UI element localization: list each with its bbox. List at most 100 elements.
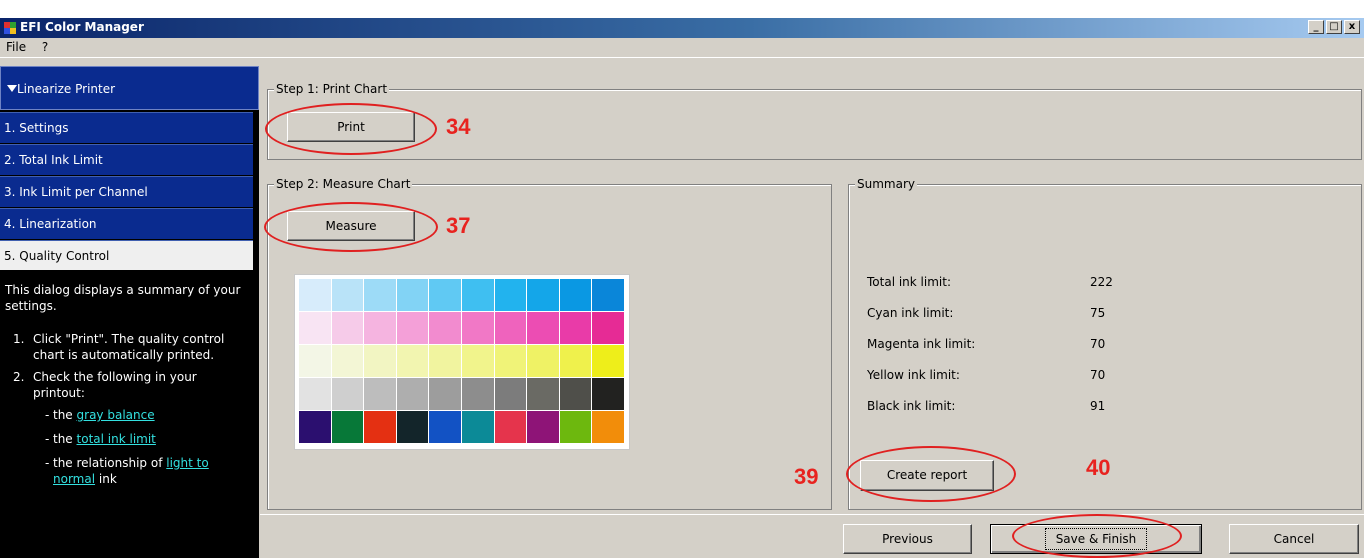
callout-40: 40	[1086, 455, 1111, 480]
callout-ring-create-report	[846, 446, 1016, 502]
color-patch	[331, 378, 365, 411]
callout-ring-print	[265, 103, 437, 155]
color-patch	[429, 411, 462, 444]
summary-value-cyan: 75	[1090, 306, 1106, 320]
screen-top-strip	[0, 0, 1364, 18]
menu-file[interactable]: File	[0, 38, 32, 56]
color-patch	[331, 279, 365, 312]
triangle-down-icon	[7, 85, 17, 92]
color-patch	[429, 345, 462, 378]
minimize-button[interactable]: _	[1308, 20, 1324, 34]
help-bullet-gray-balance: - the gray balance	[45, 408, 155, 422]
app-icon	[4, 22, 16, 34]
close-button[interactable]: x	[1344, 20, 1360, 34]
color-patch	[592, 345, 625, 378]
color-patch	[429, 312, 462, 345]
color-patch	[299, 312, 332, 345]
color-patch	[527, 312, 560, 345]
color-patch	[527, 345, 560, 378]
quality-control-chart	[294, 274, 630, 450]
callout-37: 37	[446, 213, 471, 238]
color-patch	[559, 411, 593, 444]
color-patch	[299, 411, 332, 444]
color-patch	[299, 279, 332, 312]
title-bar[interactable]	[0, 18, 1364, 38]
callout-ring-save-finish	[1012, 514, 1182, 558]
sidebar-item-settings[interactable]: 1. Settings	[0, 112, 253, 143]
color-patch	[429, 378, 462, 411]
callout-39: 39	[794, 464, 819, 489]
color-patch	[331, 345, 365, 378]
summary-value-total: 222	[1090, 275, 1113, 289]
app-window: EFI Color Manager _ □ x File ? Linearize…	[0, 0, 1364, 558]
chart-row	[299, 312, 625, 345]
step1-legend: Step 1: Print Chart	[274, 82, 390, 96]
help-bullet-light-to-normal: - the relationship of light to normal ink	[45, 456, 209, 486]
help-panel: This dialog displays a summary of your s…	[0, 272, 259, 558]
color-patch	[494, 411, 528, 444]
callout-34: 34	[446, 114, 471, 139]
step2-legend: Step 2: Measure Chart	[274, 177, 413, 191]
total-ink-limit-link[interactable]: total ink limit	[77, 432, 156, 446]
previous-button[interactable]: Previous	[843, 524, 972, 554]
color-patch	[364, 345, 397, 378]
color-patch	[299, 378, 332, 411]
color-patch	[559, 312, 593, 345]
color-patch	[299, 345, 332, 378]
color-patch	[559, 279, 593, 312]
color-patch	[396, 345, 430, 378]
color-patch	[527, 279, 560, 312]
window-title: EFI Color Manager	[20, 20, 144, 34]
chart-row	[299, 279, 625, 312]
color-patch	[559, 345, 593, 378]
chart-row	[299, 378, 625, 411]
color-patch	[592, 312, 625, 345]
color-patch	[494, 345, 528, 378]
color-patch	[364, 378, 397, 411]
summary-label-magenta: Magenta ink limit:	[867, 337, 976, 351]
color-patch	[527, 378, 560, 411]
sidebar-item-linearization[interactable]: 4. Linearization	[0, 208, 253, 239]
color-patch	[527, 411, 560, 444]
summary-label-cyan: Cyan ink limit:	[867, 306, 954, 320]
color-patch	[559, 378, 593, 411]
chart-row	[299, 345, 625, 378]
callout-ring-measure	[264, 202, 438, 252]
footer-divider	[260, 514, 1364, 515]
color-patch	[592, 279, 625, 312]
color-patch	[364, 312, 397, 345]
color-patch	[494, 378, 528, 411]
cancel-button[interactable]: Cancel	[1229, 524, 1359, 554]
chart-row	[299, 411, 625, 444]
gray-balance-link[interactable]: gray balance	[77, 408, 155, 422]
color-patch	[461, 378, 495, 411]
help-intro: This dialog displays a summary of your s…	[5, 283, 241, 313]
menu-bar: File ?	[0, 38, 1364, 58]
menu-help[interactable]: ?	[36, 38, 54, 56]
sidebar-item-ink-limit-per-channel[interactable]: 3. Ink Limit per Channel	[0, 176, 253, 207]
summary-value-magenta: 70	[1090, 337, 1106, 351]
help-bullet-total-ink-limit: - the total ink limit	[45, 432, 156, 446]
color-patch	[461, 279, 495, 312]
maximize-button[interactable]: □	[1326, 20, 1342, 34]
color-patch	[396, 279, 430, 312]
summary-label-yellow: Yellow ink limit:	[867, 368, 960, 382]
sidebar-item-total-ink-limit[interactable]: 2. Total Ink Limit	[0, 144, 253, 175]
sidebar: Linearize Printer 1. Settings 2. Total I…	[0, 66, 259, 558]
sidebar-header[interactable]: Linearize Printer	[0, 66, 259, 110]
color-patch	[461, 411, 495, 444]
sidebar-item-quality-control[interactable]: 5. Quality Control	[0, 240, 253, 270]
help-step-2: 2. Check the following in your printout:	[13, 370, 197, 400]
color-patch	[364, 279, 397, 312]
color-patch	[364, 411, 397, 444]
color-patch	[592, 378, 625, 411]
summary-value-black: 91	[1090, 399, 1106, 413]
color-patch	[396, 312, 430, 345]
summary-value-yellow: 70	[1090, 368, 1106, 382]
color-patch	[331, 411, 365, 444]
summary-legend: Summary	[855, 177, 917, 191]
color-patch	[494, 312, 528, 345]
summary-label-black: Black ink limit:	[867, 399, 956, 413]
summary-label-total: Total ink limit:	[867, 275, 951, 289]
color-patch	[461, 345, 495, 378]
